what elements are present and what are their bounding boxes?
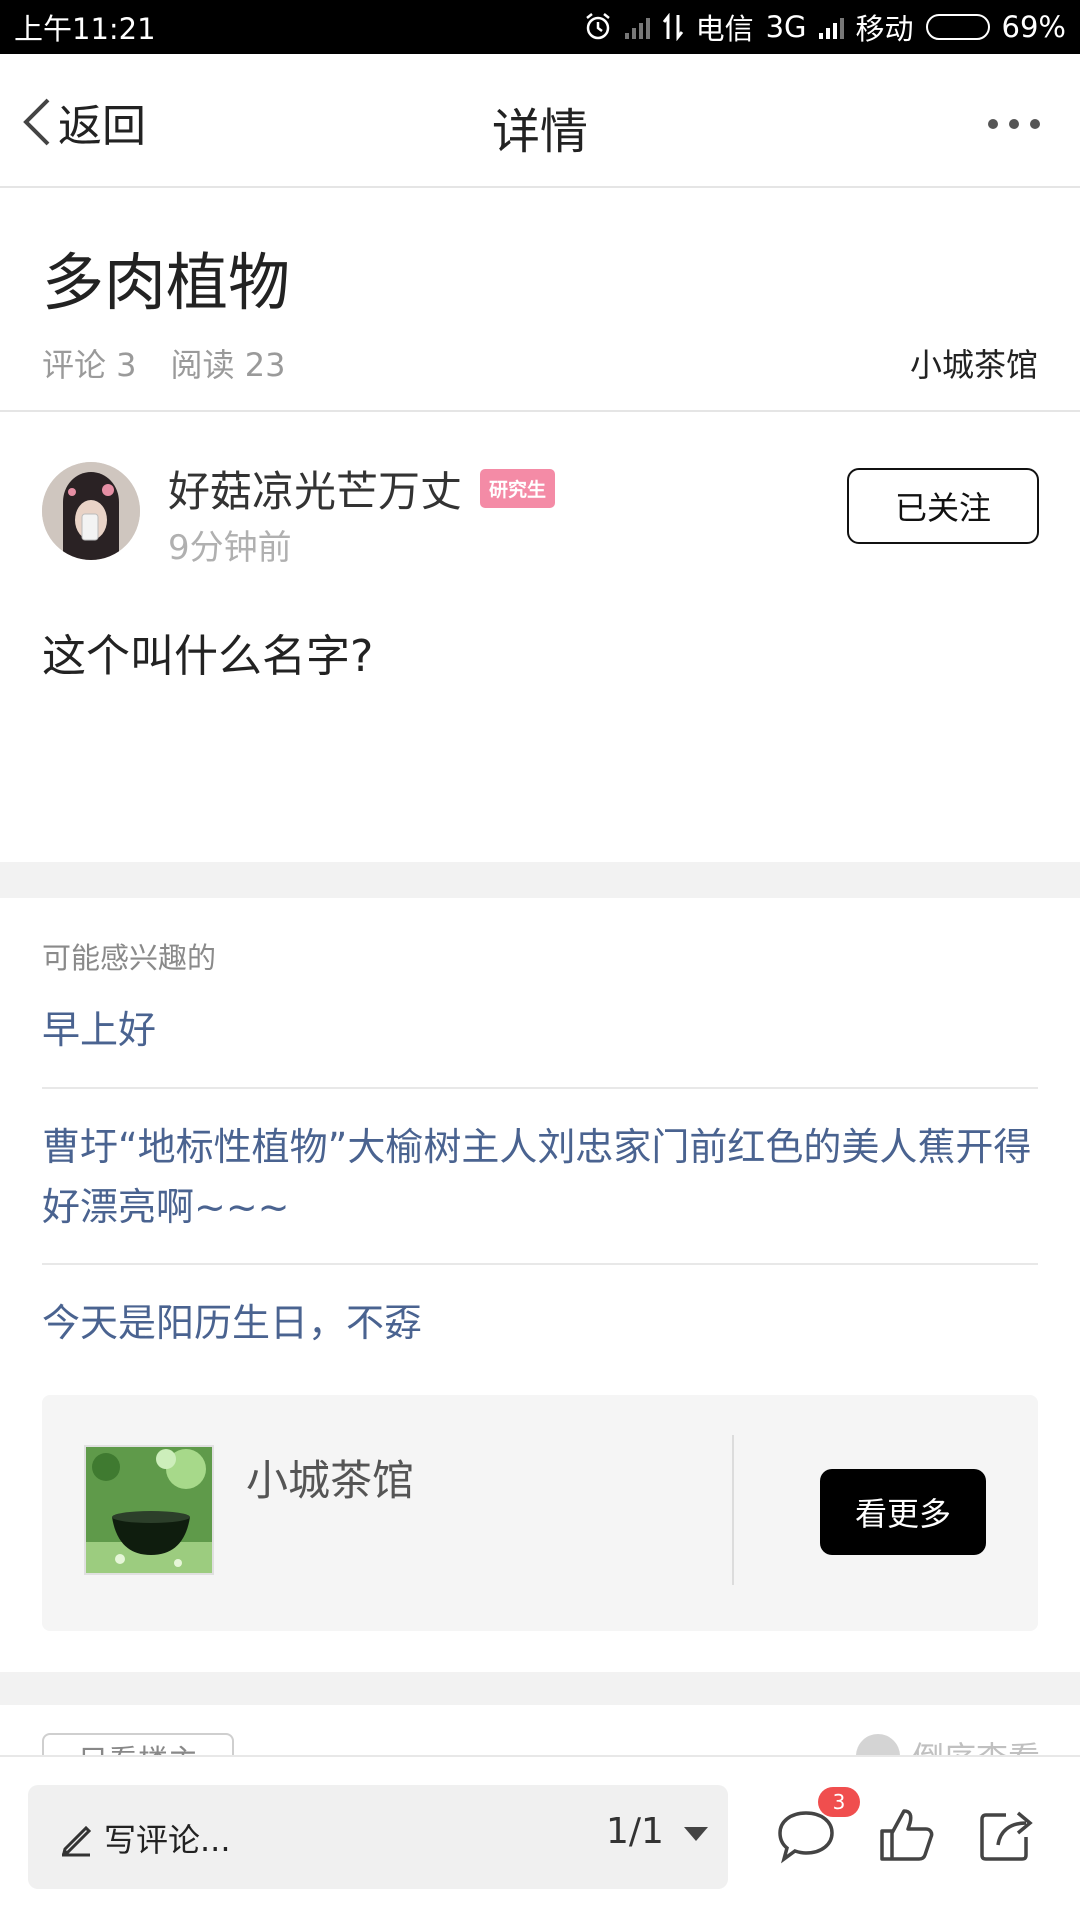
post-body: 这个叫什么名字? [42, 631, 374, 682]
alarm-icon [585, 13, 610, 40]
sort-label: 倒序查看 [912, 1733, 1040, 1755]
section-separator [0, 862, 1080, 898]
post-title: 多肉植物 [42, 246, 291, 319]
recommendation-link[interactable]: 今天是阳历生日，不孬 [42, 1293, 1038, 1353]
status-indicators: 电信 3G 移动 69% [583, 6, 1066, 48]
post-meta: 评论 3 阅读 23 [42, 340, 285, 386]
signal-icon [818, 15, 844, 39]
dot-icon [1009, 119, 1019, 129]
dot-icon [1030, 119, 1040, 129]
avatar-image [42, 462, 140, 560]
status-badge: 研究生 [480, 469, 556, 508]
page-indicator[interactable]: 1/1 [606, 1811, 664, 1852]
post-source-link[interactable]: 小城茶馆 [910, 340, 1038, 386]
dot-icon [988, 119, 998, 129]
club-card[interactable]: 小城茶馆 看更多 [42, 1395, 1038, 1631]
tea-bowl-image [86, 1447, 212, 1573]
post-time: 9分钟前 [168, 528, 292, 568]
comment-count-label: 评论 3 [42, 346, 137, 384]
dropdown-icon[interactable] [684, 1827, 708, 1841]
comment-count-badge: 3 [818, 1787, 860, 1817]
recommendations-heading: 可能感兴趣的 [42, 941, 217, 975]
network-type: 3G [765, 10, 807, 44]
bottom-action-bar: 写评论... 1/1 3 [0, 1755, 1080, 1920]
divider [42, 1087, 1038, 1089]
battery-icon [925, 14, 990, 40]
carrier-mobile: 移动 [855, 12, 914, 46]
more-options-button[interactable] [988, 114, 1040, 134]
club-thumbnail [84, 1445, 214, 1575]
divider [42, 1263, 1038, 1265]
recommendation-link[interactable]: 曹圩“地标性植物”大榆树主人刘忠家门前红色的美人蕉开得好漂亮啊~~~ [42, 1117, 1038, 1237]
divider [732, 1435, 734, 1585]
avatar[interactable] [42, 462, 140, 560]
author-name-text: 好菇凉光芒万丈 [168, 467, 463, 516]
data-transfer-icon [662, 13, 683, 41]
page-title: 详情 [491, 104, 588, 160]
like-icon[interactable] [876, 1805, 936, 1865]
follow-button[interactable]: 已关注 [847, 468, 1039, 544]
status-time: 上午11:21 [14, 12, 156, 46]
comment-placeholder: 写评论... [104, 1821, 231, 1859]
pencil-icon [61, 1825, 92, 1857]
battery-percent: 69% [1001, 10, 1066, 44]
sort-icon [855, 1734, 900, 1755]
nav-bar: 返回 详情 [0, 54, 1080, 188]
club-name: 小城茶馆 [246, 1456, 415, 1505]
carrier-telecom: 电信 [695, 12, 754, 46]
status-bar: 上午11:21 电信 3G 移动 69% [0, 0, 1080, 54]
only-author-button[interactable]: 只看楼主 [42, 1733, 234, 1755]
signal-weak-icon [624, 15, 650, 39]
divider [0, 410, 1080, 412]
reverse-sort-button[interactable]: 倒序查看 [855, 1733, 1040, 1755]
author-name[interactable]: 好菇凉光芒万丈 研究生 [168, 458, 556, 519]
comment-input[interactable]: 写评论... 1/1 [28, 1785, 728, 1889]
read-count-label: 阅读 23 [170, 346, 286, 384]
recommendation-link[interactable]: 早上好 [42, 1000, 1038, 1060]
share-icon[interactable] [976, 1805, 1036, 1865]
comment-filter-row: 只看楼主 倒序查看 [0, 1705, 1080, 1755]
see-more-button[interactable]: 看更多 [820, 1469, 986, 1555]
section-separator [0, 1672, 1080, 1705]
